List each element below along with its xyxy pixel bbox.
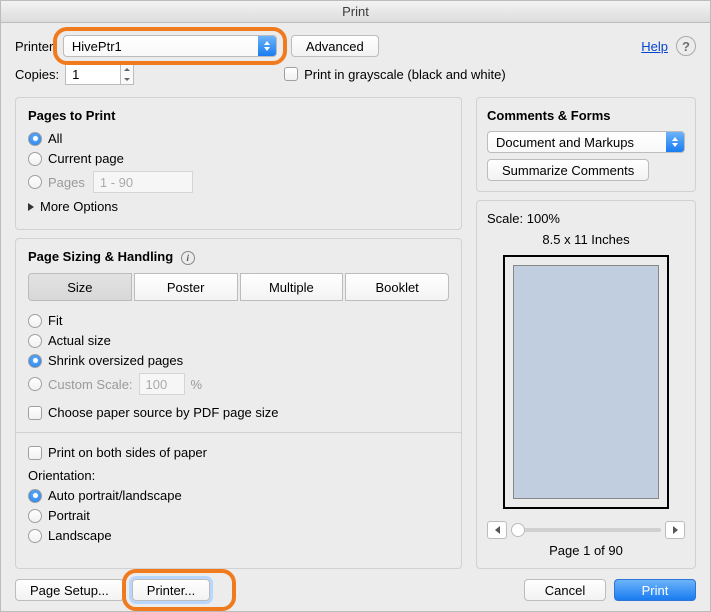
orientation-auto-radio[interactable] [28, 489, 42, 503]
page-status-label: Page 1 of 90 [487, 543, 685, 558]
custom-scale-radio[interactable] [28, 377, 42, 391]
pages-to-print-title: Pages to Print [28, 108, 449, 123]
printer-select[interactable]: HivePtr1 [63, 35, 277, 57]
shrink-radio[interactable] [28, 354, 42, 368]
pages-current-label: Current page [48, 151, 124, 166]
info-icon[interactable]: i [181, 251, 195, 265]
comments-mode-value: Document and Markups [496, 135, 634, 150]
preview-page [503, 255, 669, 509]
orientation-landscape-radio[interactable] [28, 529, 42, 543]
select-arrows-icon [258, 36, 276, 56]
comments-forms-group: Comments & Forms Document and Markups Su… [476, 97, 696, 192]
printer-label: Printer: [15, 39, 57, 54]
orientation-portrait-label: Portrait [48, 508, 90, 523]
pages-range-radio[interactable] [28, 175, 42, 189]
window-title: Print [1, 1, 710, 23]
preview-content [513, 265, 659, 499]
pages-current-radio[interactable] [28, 152, 42, 166]
pages-range-label: Pages [48, 175, 85, 190]
summarize-comments-button[interactable]: Summarize Comments [487, 159, 649, 181]
advanced-button[interactable]: Advanced [291, 35, 379, 57]
comments-forms-title: Comments & Forms [487, 108, 685, 123]
actual-size-label: Actual size [48, 333, 111, 348]
preview-slider[interactable] [511, 528, 661, 532]
grayscale-label: Print in grayscale (black and white) [304, 67, 506, 82]
orientation-portrait-radio[interactable] [28, 509, 42, 523]
tab-booklet[interactable]: Booklet [345, 273, 449, 301]
custom-scale-input[interactable]: 100 [139, 373, 185, 395]
shrink-label: Shrink oversized pages [48, 353, 183, 368]
preview-slider-thumb[interactable] [511, 523, 525, 537]
print-dialog: Print Printer: HivePtr1 Advanced Help ? [0, 0, 711, 612]
printer-select-value: HivePtr1 [72, 39, 122, 54]
pages-to-print-group: Pages to Print All Current page Pages 1 … [15, 97, 462, 230]
both-sides-checkbox[interactable] [28, 446, 42, 460]
paper-size-label: 8.5 x 11 Inches [487, 232, 685, 247]
tab-size[interactable]: Size [28, 273, 132, 301]
more-options-toggle[interactable]: More Options [40, 199, 118, 214]
preview-next-button[interactable] [665, 521, 685, 539]
copies-label: Copies: [15, 67, 59, 82]
help-icon[interactable]: ? [676, 36, 696, 56]
actual-size-radio[interactable] [28, 334, 42, 348]
printer-button[interactable]: Printer... [132, 579, 210, 601]
percent-label: % [191, 377, 203, 392]
choose-paper-checkbox[interactable] [28, 406, 42, 420]
tab-multiple[interactable]: Multiple [240, 273, 344, 301]
preview-prev-button[interactable] [487, 521, 507, 539]
pages-all-label: All [48, 131, 62, 146]
pages-all-radio[interactable] [28, 132, 42, 146]
help-link[interactable]: Help [641, 39, 668, 54]
page-setup-button[interactable]: Page Setup... [15, 579, 124, 601]
copies-input[interactable]: 1 [65, 63, 121, 85]
print-button[interactable]: Print [614, 579, 696, 601]
dialog-content: Printer: HivePtr1 Advanced Help ? Copies… [1, 23, 710, 611]
select-arrows-icon [666, 132, 684, 152]
comments-mode-select[interactable]: Document and Markups [487, 131, 685, 153]
both-sides-label: Print on both sides of paper [48, 445, 207, 460]
disclosure-triangle-icon[interactable] [28, 203, 34, 211]
tab-poster[interactable]: Poster [134, 273, 238, 301]
copies-stepper[interactable] [120, 63, 134, 85]
preview-group: Scale: 100% 8.5 x 11 Inches Page 1 of 90 [476, 200, 696, 569]
pages-range-input[interactable]: 1 - 90 [93, 171, 193, 193]
orientation-landscape-label: Landscape [48, 528, 112, 543]
page-sizing-group: Page Sizing & Handling i Size Poster Mul… [15, 238, 462, 569]
scale-label: Scale: 100% [487, 211, 685, 226]
fit-radio[interactable] [28, 314, 42, 328]
cancel-button[interactable]: Cancel [524, 579, 606, 601]
choose-paper-label: Choose paper source by PDF page size [48, 405, 279, 420]
orientation-label: Orientation: [28, 468, 449, 483]
page-sizing-title: Page Sizing & Handling i [28, 249, 449, 265]
orientation-auto-label: Auto portrait/landscape [48, 488, 182, 503]
custom-scale-label: Custom Scale: [48, 377, 133, 392]
grayscale-checkbox[interactable] [284, 67, 298, 81]
fit-label: Fit [48, 313, 62, 328]
